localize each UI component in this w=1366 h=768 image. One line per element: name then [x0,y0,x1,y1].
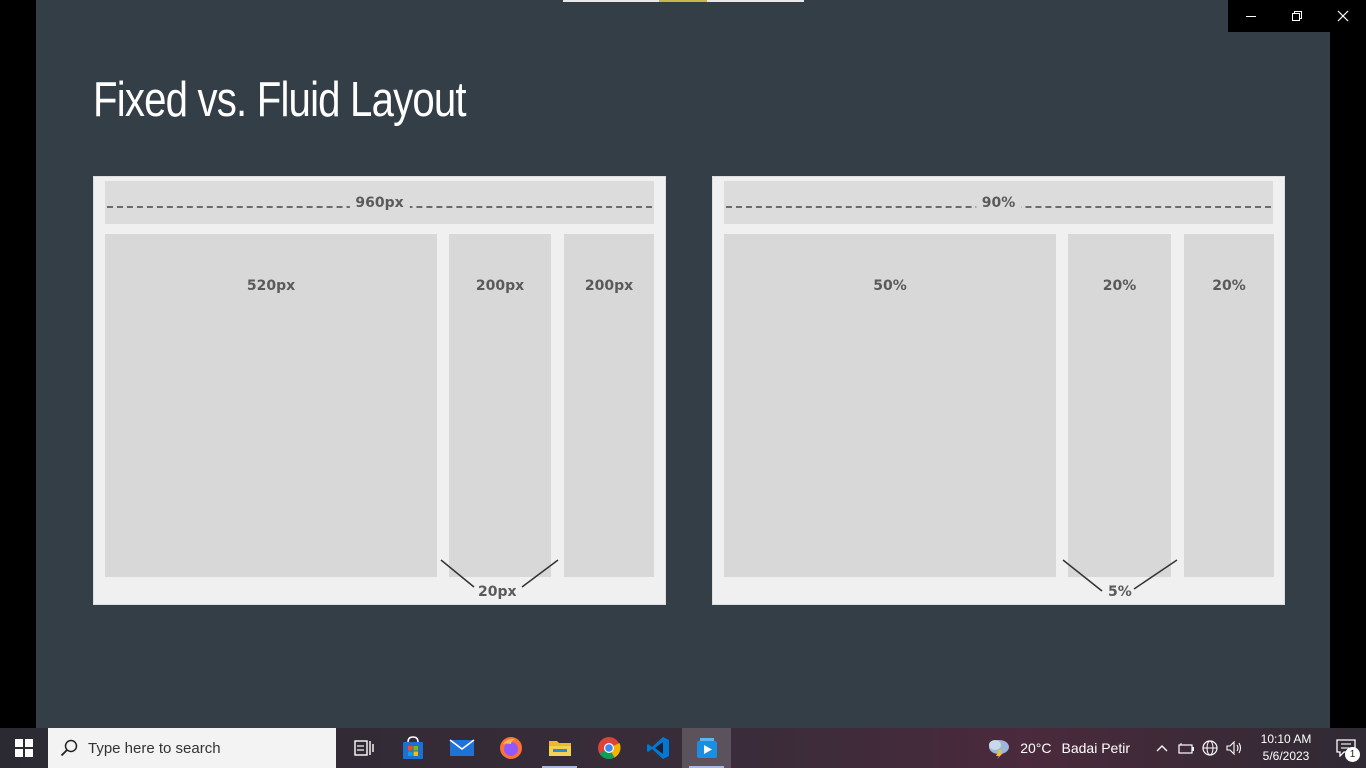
windows-logo-icon [15,739,33,757]
search-icon [60,739,78,757]
restore-icon [1292,11,1302,21]
firefox-icon [499,737,522,759]
weather-condition: Badai Petir [1061,740,1130,756]
taskbar-search-box[interactable]: Type here to search [48,728,336,768]
chrome-icon [597,737,621,759]
close-button[interactable] [1320,0,1366,32]
battery-status[interactable] [1174,728,1198,768]
notification-count-badge: 1 [1345,747,1360,762]
clock-date: 5/6/2023 [1262,749,1310,763]
taskbar-app-mail[interactable] [437,728,486,768]
fixed-gutter-pointer-lines [440,559,559,588]
mail-icon [449,739,474,756]
taskbar-app-vscode[interactable] [633,728,682,768]
fluid-gutter-label: 5% [1108,584,1132,600]
weather-temperature: 20°C [1020,740,1052,756]
fixed-gutter-label: 20px [478,584,517,600]
network-status[interactable] [1198,728,1222,768]
taskbar-app-chrome[interactable] [584,728,633,768]
taskbar-clock[interactable]: 10:10 AM 5/6/2023 [1254,731,1318,765]
slide-progress-indicator [563,0,804,2]
vscode-icon [646,737,669,759]
speaker-icon [1226,740,1242,756]
show-hidden-icons-button[interactable] [1150,728,1174,768]
microsoft-store-icon [402,736,423,759]
taskbar-app-firefox[interactable] [486,728,535,768]
clock-time: 10:10 AM [1260,732,1312,746]
fixed-layout-diagram: 960px 520px 200px 200px 20px [93,176,666,605]
media-player-icon [696,738,717,758]
window-controls [1228,0,1366,32]
taskbar-app-file-explorer[interactable] [535,728,584,768]
taskbar-app-microsoft-store[interactable] [388,728,437,768]
task-view-button[interactable] [339,728,388,768]
task-view-icon [353,740,374,756]
minimize-button[interactable] [1228,0,1274,32]
screen: Fixed vs. Fluid Layout 960px 520px 200px… [0,0,1366,768]
fluid-layout-diagram: 90% 50% 20% 20% 5% [712,176,1285,605]
globe-icon [1202,740,1218,756]
file-explorer-icon [548,741,571,756]
minimize-icon [1246,16,1256,17]
thunderstorm-icon [989,740,1010,759]
slide-title: Fixed vs. Fluid Layout [93,73,467,127]
taskbar-app-media-player[interactable] [682,728,731,768]
close-icon [1337,10,1349,22]
slide-progress-marker [659,0,707,2]
start-button[interactable] [0,728,48,768]
search-placeholder: Type here to search [88,739,221,757]
chevron-up-icon [1156,745,1168,752]
volume-control[interactable] [1222,728,1246,768]
weather-widget[interactable]: 20°C Badai Petir [986,737,1130,759]
battery-icon [1178,743,1194,754]
restore-button[interactable] [1274,0,1320,32]
fluid-gutter-pointer-lines [1062,559,1178,592]
taskbar: Type here to search 20°C Badai Petir 10:… [0,728,1366,768]
system-tray: 20°C Badai Petir 10:10 AM 5/6/2023 1 [986,728,1366,768]
action-center-button[interactable]: 1 [1326,728,1366,768]
